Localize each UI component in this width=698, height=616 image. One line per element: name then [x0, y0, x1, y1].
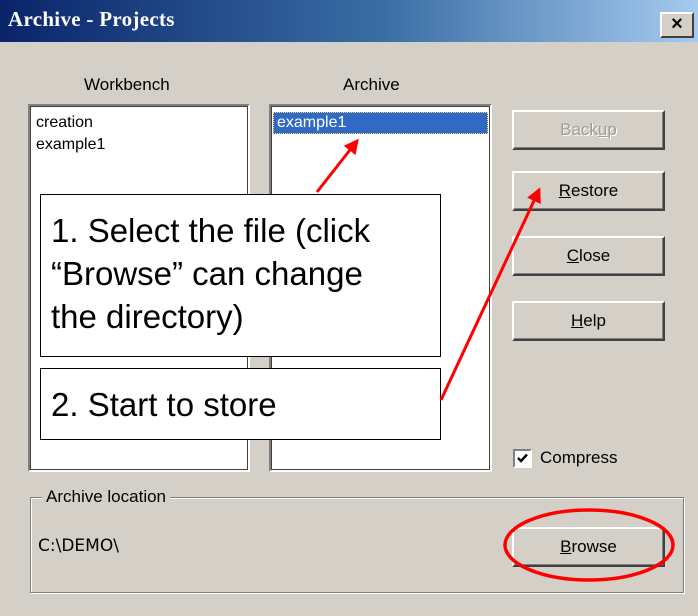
annotation-step1-line: the directory) — [51, 298, 244, 335]
archive-location-path: C:\DEMO\ — [38, 536, 119, 556]
compress-label[interactable]: Compress — [540, 448, 617, 468]
annotation-step1: 1. Select the file (click “Browse” can c… — [40, 194, 441, 357]
restore-button[interactable]: Restore — [512, 171, 665, 211]
help-button[interactable]: Help — [512, 301, 665, 341]
close-button[interactable]: Close — [512, 236, 665, 276]
compress-checkbox[interactable] — [513, 449, 532, 468]
backup-button[interactable]: Backup — [512, 110, 665, 150]
annotation-step1-line: 1. Select the file (click — [51, 212, 371, 249]
annotation-step2: 2. Start to store — [40, 368, 441, 440]
checkmark-icon — [517, 453, 528, 463]
window-title: Archive - Projects — [8, 7, 175, 31]
workbench-label: Workbench — [84, 75, 170, 94]
annotation-step1-line: “Browse” can change — [51, 255, 363, 292]
close-window-button[interactable]: × — [660, 12, 694, 38]
list-item-selected[interactable]: example1 — [273, 112, 488, 134]
archive-location-label: Archive location — [42, 487, 171, 507]
archive-label: Archive — [343, 75, 400, 94]
browse-button[interactable]: Browse — [512, 527, 665, 567]
list-item[interactable]: example1 — [30, 134, 248, 156]
close-icon: × — [671, 13, 683, 35]
list-item[interactable]: creation — [30, 112, 248, 134]
